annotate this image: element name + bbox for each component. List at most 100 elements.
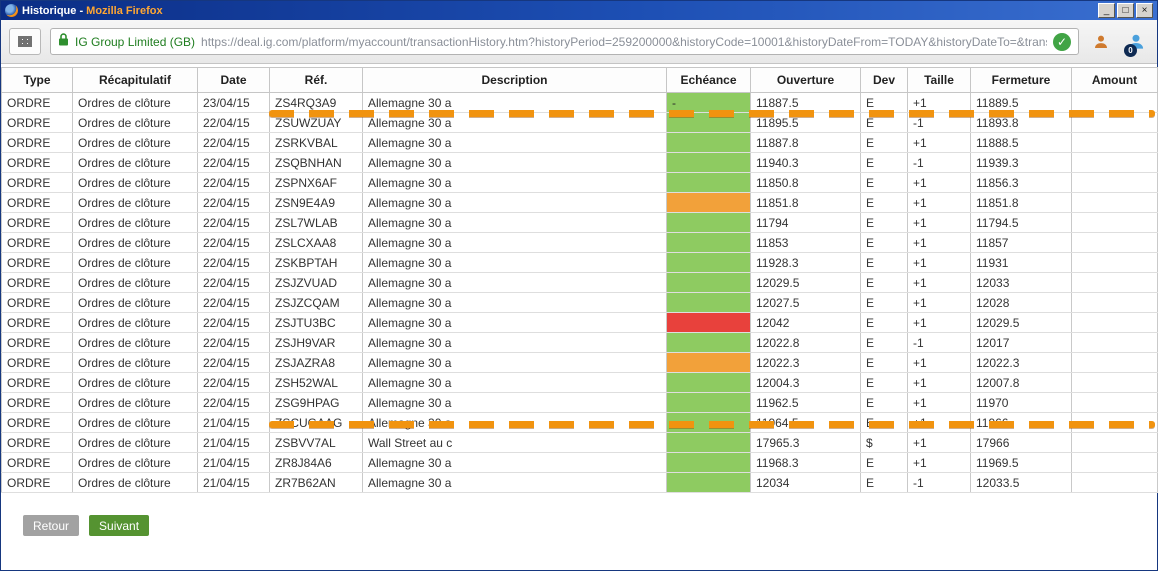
table-row: ORDRE Ordres de clôture 22/04/15 ZSJZVUAD Al… <box>1 272 1158 293</box>
cell-ouverture: 12004.3 <box>750 372 861 393</box>
cell-recapitulatif: Ordres de clôture <box>72 412 198 433</box>
cell-fermeture: 11931 <box>970 252 1072 273</box>
table-row: ORDRE Ordres de clôture 21/04/15 ZSBVV7AL Wa… <box>1 432 1158 453</box>
apps-grid-icon[interactable] <box>9 28 41 55</box>
cell-description: Allemagne 30 a <box>362 112 667 133</box>
cell-recapitulatif: Ordres de clôture <box>72 212 198 233</box>
cell-amount <box>1071 252 1158 273</box>
cell-echeance <box>666 472 751 493</box>
cell-recapitulatif: Ordres de clôture <box>72 232 198 253</box>
cell-fermeture: 11939.3 <box>970 152 1072 173</box>
cell-type: ORDRE <box>1 352 73 373</box>
cell-description: Allemagne 30 a <box>362 172 667 193</box>
cell-type: ORDRE <box>1 232 73 253</box>
cell-type: ORDRE <box>1 472 73 493</box>
cell-date: 22/04/15 <box>197 212 270 233</box>
minimize-button[interactable]: _ <box>1098 3 1115 18</box>
cell-type: ORDRE <box>1 172 73 193</box>
cell-date: 22/04/15 <box>197 392 270 413</box>
column-header: Ouverture <box>750 67 861 93</box>
cell-taille: -1 <box>907 152 971 173</box>
site-identity-label[interactable]: IG Group Limited (GB) <box>75 35 195 49</box>
cell-taille: +1 <box>907 292 971 313</box>
cell-ref: ZSBVV7AL <box>269 432 363 453</box>
cell-echeance: - <box>666 92 751 113</box>
table-row: ORDRE Ordres de clôture 22/04/15 ZSLCXAA8 Al… <box>1 232 1158 253</box>
cell-dev: $ <box>860 432 908 453</box>
cell-amount <box>1071 392 1158 413</box>
column-header: Récapitulatif <box>72 67 198 93</box>
cell-recapitulatif: Ordres de clôture <box>72 192 198 213</box>
cell-type: ORDRE <box>1 132 73 153</box>
cell-fermeture: 11889.5 <box>970 92 1072 113</box>
cell-date: 22/04/15 <box>197 292 270 313</box>
cell-description: Allemagne 30 a <box>362 312 667 333</box>
cell-dev: E <box>860 392 908 413</box>
cell-dev: E <box>860 172 908 193</box>
cell-fermeture: 12017 <box>970 332 1072 353</box>
profile-icon[interactable]: 0 <box>1123 27 1149 57</box>
cell-type: ORDRE <box>1 292 73 313</box>
table-row: ORDRE Ordres de clôture 22/04/15 ZSKBPTAH Al… <box>1 252 1158 273</box>
cell-dev: E <box>860 192 908 213</box>
cell-dev: E <box>860 212 908 233</box>
cell-taille: +1 <box>907 352 971 373</box>
cell-description: Allemagne 30 a <box>362 212 667 233</box>
cell-type: ORDRE <box>1 332 73 353</box>
table-row: ORDRE Ordres de clôture 21/04/15 ZR7B62AN Al… <box>1 472 1158 493</box>
url-text[interactable]: https://deal.ig.com/platform/myaccount/t… <box>201 35 1047 49</box>
cell-fermeture: 11856.3 <box>970 172 1072 193</box>
table-row: ORDRE Ordres de clôture 22/04/15 ZSQBNHAN Al… <box>1 152 1158 173</box>
cell-description: Allemagne 30 a <box>362 412 667 433</box>
cell-description: Allemagne 30 a <box>362 132 667 153</box>
cell-amount <box>1071 92 1158 113</box>
cell-dev: E <box>860 252 908 273</box>
cell-dev: E <box>860 112 908 133</box>
column-header: Dev <box>860 67 908 93</box>
cell-date: 22/04/15 <box>197 252 270 273</box>
cell-description: Allemagne 30 a <box>362 332 667 353</box>
table-row: ORDRE Ordres de clôture 22/04/15 ZSL7WLAB Al… <box>1 212 1158 233</box>
cell-fermeture: 11970 <box>970 392 1072 413</box>
table-row: ORDRE Ordres de clôture 21/04/15 ZSCUGAAG Al… <box>1 412 1158 433</box>
cell-type: ORDRE <box>1 432 73 453</box>
close-button[interactable]: × <box>1136 3 1153 18</box>
cell-date: 21/04/15 <box>197 412 270 433</box>
cell-ouverture: 12027.5 <box>750 292 861 313</box>
cell-fermeture: 12033 <box>970 272 1072 293</box>
suivant-button[interactable]: Suivant <box>89 515 150 536</box>
cell-dev: E <box>860 292 908 313</box>
cell-ref: ZSJZVUAD <box>269 272 363 293</box>
cell-ouverture: 12034 <box>750 472 861 493</box>
column-header: Date <box>197 67 270 93</box>
check-icon[interactable]: ✓ <box>1053 32 1071 51</box>
browser-window: Historique - Mozilla Firefox _ □ × IG Gr… <box>0 0 1158 571</box>
lock-icon[interactable] <box>58 32 69 51</box>
cell-fermeture: 11966 <box>970 412 1072 433</box>
cell-dev: E <box>860 272 908 293</box>
cell-taille: +1 <box>907 312 971 333</box>
cell-echeance <box>666 412 751 433</box>
retour-button[interactable]: Retour <box>23 515 80 536</box>
url-bar[interactable]: IG Group Limited (GB) https://deal.ig.co… <box>50 28 1079 55</box>
maximize-button[interactable]: □ <box>1117 3 1134 18</box>
cell-amount <box>1071 112 1158 133</box>
cell-amount <box>1071 172 1158 193</box>
cell-date: 22/04/15 <box>197 172 270 193</box>
cell-recapitulatif: Ordres de clôture <box>72 432 198 453</box>
cell-amount <box>1071 292 1158 313</box>
table-body: ORDRE Ordres de clôture 23/04/15 ZS4RQ3A9 Al… <box>1 92 1158 493</box>
cell-amount <box>1071 352 1158 373</box>
cell-dev: E <box>860 152 908 173</box>
cell-echeance <box>666 452 751 473</box>
cell-taille: +1 <box>907 192 971 213</box>
cell-recapitulatif: Ordres de clôture <box>72 352 198 373</box>
cell-amount <box>1071 472 1158 493</box>
cell-echeance <box>666 392 751 413</box>
cell-echeance <box>666 152 751 173</box>
cell-ref: ZR8J84A6 <box>269 452 363 473</box>
cell-ouverture: 11851.8 <box>750 192 861 213</box>
account-icon[interactable] <box>1088 27 1114 57</box>
table-row: ORDRE Ordres de clôture 23/04/15 ZS4RQ3A9 Al… <box>1 92 1158 113</box>
cell-echeance <box>666 372 751 393</box>
